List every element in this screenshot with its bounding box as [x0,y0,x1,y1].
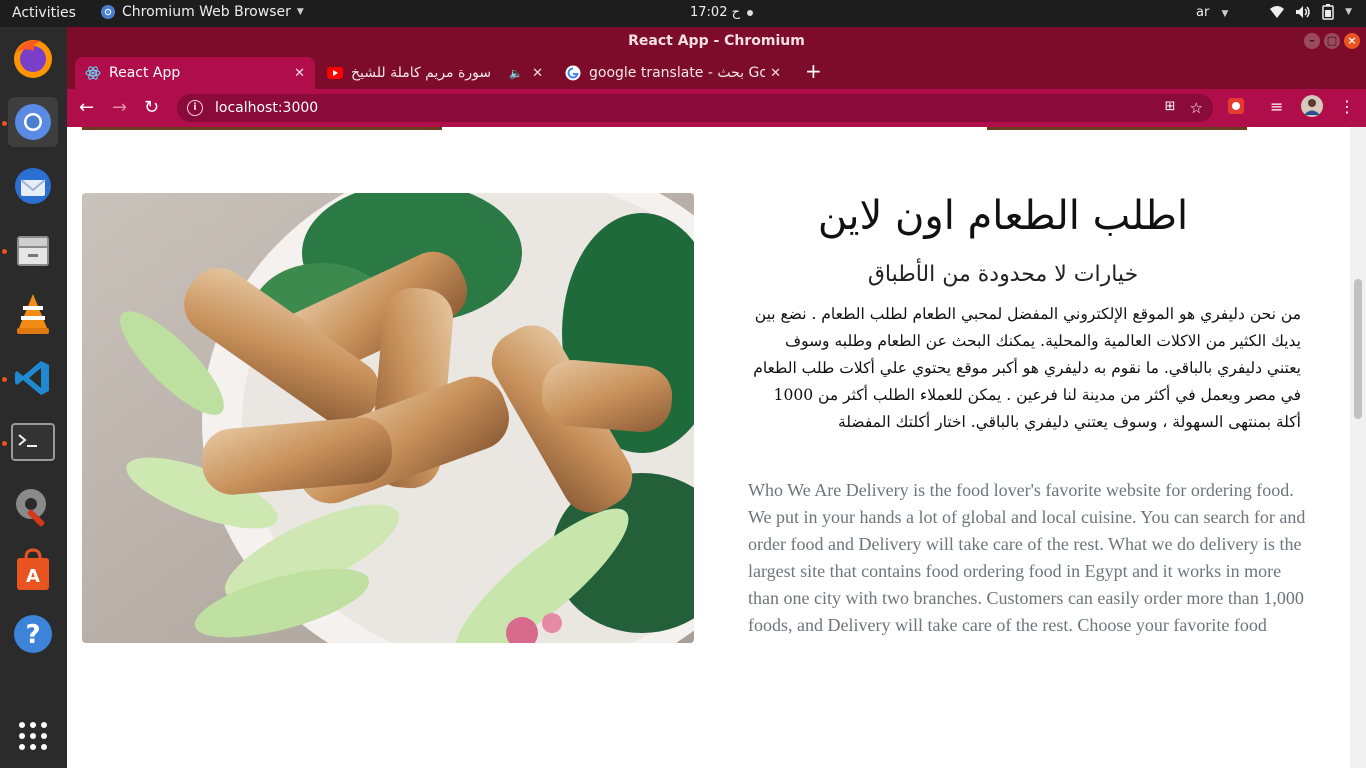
page-scrollbar[interactable] [1350,127,1366,768]
close-tab-icon[interactable]: ✕ [532,66,543,81]
close-tab-icon[interactable]: ✕ [770,66,781,81]
clock-label: ح 17:02 [690,5,740,20]
site-info-icon[interactable]: i [187,100,203,116]
clock[interactable]: ح 17:02 [690,5,754,20]
previous-section-image-edge [82,127,442,130]
scrollbar-thumb[interactable] [1354,279,1362,419]
tab-title: google translate - بحث Go [589,65,765,81]
dock-vlc[interactable] [8,289,58,339]
running-indicator [2,441,7,446]
chevron-down-icon: ▼ [1345,7,1352,17]
spring-rolls-photo [82,193,694,643]
terminal-icon [11,423,55,461]
notification-dot-icon [747,9,754,16]
audio-playing-icon: 🔈 [509,66,523,80]
dock-files[interactable] [8,225,58,275]
forward-arrow-icon[interactable]: → [112,98,127,118]
settings-icon [16,489,46,527]
url-text: localhost:3000 [215,100,319,116]
tab-title: سورة مريم كاملة للشيخ [351,65,492,81]
more-menu-icon[interactable]: ⋮ [1339,97,1355,116]
running-indicator [2,377,7,382]
dock-settings[interactable] [8,481,58,531]
running-indicator [2,249,7,254]
thunderbird-icon [15,168,51,204]
previous-section-image-edge [987,127,1247,130]
dock-vscode[interactable] [8,353,58,403]
media-controls-icon[interactable]: ≡ [1270,97,1283,116]
address-bar[interactable]: i localhost:3000 ⊞ ☆ [177,94,1213,122]
browser-toolbar: ← → ↻ i localhost:3000 ⊞ ☆ ≡ ⋮ [67,89,1366,127]
vlc-icon [17,294,49,334]
dock-terminal[interactable] [8,417,58,467]
files-icon [17,236,49,266]
window-controls: – □ × [1304,33,1360,49]
dock-chromium[interactable] [8,97,58,147]
battery-icon [1322,4,1334,20]
profile-avatar[interactable] [1301,95,1323,121]
tab-google-translate[interactable]: google translate - بحث Go ✕ [555,57,791,89]
dock-help[interactable]: ? [8,609,58,659]
wifi-icon [1270,6,1285,18]
page-subheading: خيارات لا محدودة من الأطباق [867,262,1139,287]
browser-window: React App - Chromium – □ × React App ✕ س… [67,27,1366,768]
dock: A ? [0,27,67,768]
dock-software[interactable]: A [8,545,58,595]
extension-icon[interactable] [1227,97,1245,119]
tab-strip: React App ✕ سورة مريم كاملة للشيخ 🔈 ✕ go… [67,55,1366,89]
about-section-text: اطلب الطعام اون لاين خيارات لا محدودة من… [748,193,1308,639]
reload-icon[interactable]: ↻ [144,98,159,118]
omnibox-actions: ⊞ ☆ [1165,99,1203,117]
chevron-down-icon: ▼ [1221,9,1229,19]
volume-icon [1296,6,1310,18]
react-icon [85,65,101,81]
top-panel: Activities Chromium Web Browser ▼ ح 17:0… [0,0,1366,27]
close-window-button[interactable]: × [1344,33,1360,49]
software-center-icon: A [17,548,49,590]
close-tab-icon[interactable]: ✕ [294,66,305,81]
google-icon [565,65,581,81]
firefox-icon [14,40,52,78]
back-arrow-icon[interactable]: ← [79,98,94,118]
app-menu[interactable]: Chromium Web Browser ▼ [100,4,304,20]
help-icon: ? [14,615,52,653]
app-menu-label: Chromium Web Browser [122,4,291,20]
app-grid-icon [19,722,47,750]
youtube-icon [327,65,343,81]
tab-react-app[interactable]: React App ✕ [75,57,315,89]
svg-text:?: ? [25,620,40,650]
bookmark-star-icon[interactable]: ☆ [1190,99,1203,117]
running-indicator [2,121,7,126]
translate-icon[interactable]: ⊞ [1165,99,1176,117]
english-about-paragraph: Who We Are Delivery is the food lover's … [748,480,1306,635]
arabic-about-paragraph: من نحن دليفري هو الموقع الإلكتروني المفض… [753,305,1301,431]
minimize-button[interactable]: – [1304,33,1320,49]
page-viewport: اطلب الطعام اون لاين خيارات لا محدودة من… [67,127,1350,768]
svg-text:A: A [26,566,40,587]
window-title: React App - Chromium [628,33,805,49]
maximize-button[interactable]: □ [1324,33,1340,49]
show-applications-button[interactable] [8,711,58,761]
dock-firefox[interactable] [8,33,58,83]
activities-button[interactable]: Activities [12,5,76,21]
tab-title: React App [109,65,181,81]
tab-youtube[interactable]: سورة مريم كاملة للشيخ 🔈 ✕ [317,57,553,89]
chromium-small-icon [101,5,115,19]
dock-thunderbird[interactable] [8,161,58,211]
input-source-indicator[interactable]: ar ▼ [1196,5,1228,20]
vscode-icon [15,361,49,395]
chromium-icon [15,104,51,140]
window-titlebar[interactable]: React App - Chromium – □ × [67,27,1366,55]
chevron-down-icon: ▼ [296,7,304,17]
language-label: ar [1196,5,1210,20]
new-tab-button[interactable]: + [805,61,822,81]
system-tray[interactable]: ▼ [1269,4,1352,20]
page-heading: اطلب الطعام اون لاين [817,193,1189,239]
